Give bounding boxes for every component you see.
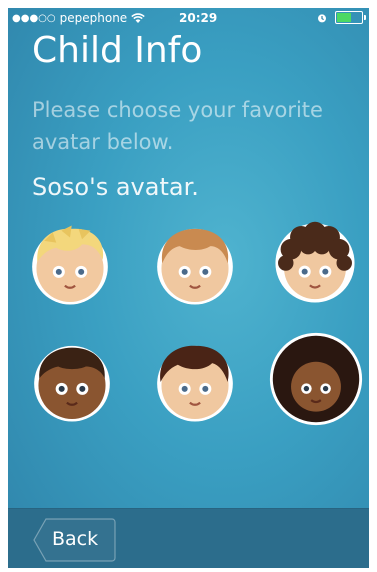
alarm-icon [318,13,326,22]
carrier-name: pepephone [59,11,128,25]
carrier-info: ●●●○○ pepephone [12,11,145,25]
afro-hair-boy-avatar-icon [269,332,363,426]
avatar-option-blond-hair[interactable] [27,222,113,308]
status-right [317,11,366,24]
back-button-label: Back [52,528,99,550]
light-brown-hair-boy-avatar-icon [157,228,233,305]
clock: 20:29 [179,11,218,25]
curly-hair-boy-avatar-icon [275,221,355,303]
instructions-text: Please choose your favorite avatar below… [32,98,323,154]
dark-skin-boy-avatar-icon [34,345,110,422]
status-bar: ●●●○○ pepephone 20:29 [8,8,369,28]
dark-brown-hair-boy-avatar-icon [157,345,233,422]
screen: ●●●○○ pepephone 20:29 Child Info Please … [8,8,369,568]
avatar-section-title: Soso's avatar. [32,173,199,201]
blond-boy-avatar-icon [32,225,108,305]
avatar-option-light-brown-hair[interactable] [152,222,238,308]
wifi-icon [131,12,145,23]
avatar-option-curly-dark-hair[interactable] [272,220,358,306]
avatar-option-afro-hair[interactable] [268,331,364,427]
page-title: Child Info [32,30,203,71]
avatar-option-dark-brown-hair[interactable] [152,339,238,425]
back-button[interactable]: Back [32,518,116,562]
avatar-option-dark-skin-short-hair[interactable] [29,339,115,425]
signal-strength-icon: ●●●○○ [12,12,56,24]
battery-icon [335,11,366,24]
